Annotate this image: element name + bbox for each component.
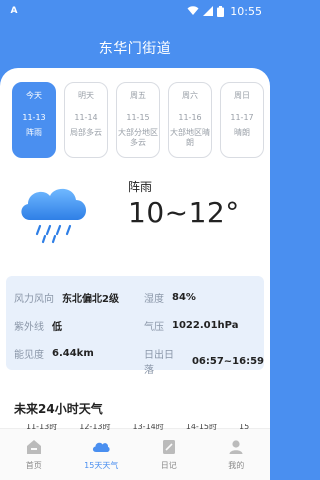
status-time: 10:55 bbox=[230, 4, 262, 18]
hour-time: 14-15时 bbox=[185, 424, 217, 430]
rain-cloud-icon bbox=[21, 188, 87, 244]
hour-time: 15 bbox=[239, 424, 250, 430]
wind-value: 东北偏北2级 bbox=[62, 294, 119, 305]
uv-value: 低 bbox=[52, 322, 62, 333]
day-condition: 阵雨 bbox=[26, 128, 42, 138]
hourly-times-strip[interactable]: 11-13时 12-13时 13-14时 14-15时 15 bbox=[26, 424, 270, 430]
day-card-today[interactable]: 今天 11-13 阵雨 bbox=[12, 82, 56, 158]
nav-home[interactable]: 首页 bbox=[4, 438, 64, 471]
current-condition: 阵雨 bbox=[128, 180, 153, 194]
nav-15-day-weather-label: 15天天气 bbox=[84, 461, 119, 470]
cloud-icon bbox=[93, 442, 110, 452]
hourly-section-title: 未来24小时天气 bbox=[14, 402, 103, 416]
pressure-detail: 气压 1022.01hPa bbox=[144, 318, 238, 333]
hour-time: 11-13时 bbox=[26, 424, 58, 430]
nav-diary-label: 日记 bbox=[160, 461, 177, 470]
humidity-label: 湿度 bbox=[144, 294, 164, 305]
day-card-saturday[interactable]: 周六 11-16 大部地区晴朗 bbox=[168, 82, 212, 158]
profile-icon bbox=[229, 440, 243, 454]
day-date: 11-15 bbox=[126, 112, 150, 122]
daily-forecast-list: 今天 11-13 阵雨 明天 11-14 局部多云 周五 11-15 大部分地区… bbox=[12, 82, 270, 160]
home-icon bbox=[26, 440, 41, 454]
pressure-label: 气压 bbox=[144, 322, 164, 333]
visibility-value: 6.44km bbox=[52, 348, 94, 359]
nav-diary[interactable]: 日记 bbox=[139, 438, 199, 471]
app-notification-icon: A bbox=[10, 6, 18, 16]
day-date: 11-13 bbox=[22, 112, 46, 122]
uv-detail: 紫外线 低 bbox=[14, 318, 62, 333]
day-date: 11-16 bbox=[178, 112, 202, 122]
day-name: 明天 bbox=[78, 91, 94, 100]
current-temperature: 10~12° bbox=[128, 196, 240, 229]
bottom-navigation: 首页 15天天气 日记 我的 bbox=[0, 428, 270, 480]
hour-time: 13-14时 bbox=[132, 424, 164, 430]
sunrise-sunset-detail: 日出日落 06:57~16:59 bbox=[144, 346, 264, 376]
weather-details-panel: 风力风向 东北偏北2级 湿度 84% 紫外线 低 气压 1022.01hPa 能… bbox=[6, 276, 264, 376]
day-condition: 晴朗 bbox=[234, 128, 250, 138]
nav-15-day-weather[interactable]: 15天天气 bbox=[71, 438, 131, 471]
diary-icon bbox=[162, 440, 175, 454]
day-name: 周日 bbox=[234, 91, 250, 100]
sunrise-sunset-value: 06:57~16:59 bbox=[191, 355, 264, 367]
wind-label: 风力风向 bbox=[14, 294, 54, 305]
visibility-detail: 能见度 6.44km bbox=[14, 346, 94, 361]
signal-icon bbox=[203, 6, 214, 16]
day-date: 11-14 bbox=[74, 112, 98, 122]
nav-profile-label: 我的 bbox=[228, 461, 245, 470]
day-name: 周五 bbox=[130, 91, 146, 100]
nav-profile[interactable]: 我的 bbox=[206, 438, 266, 471]
location-title: 东华门街道 bbox=[98, 41, 172, 57]
day-condition: 局部多云 bbox=[70, 128, 102, 138]
status-bar: A 10:55 bbox=[0, 0, 270, 22]
day-card-tomorrow[interactable]: 明天 11-14 局部多云 bbox=[64, 82, 108, 158]
day-card-sunday[interactable]: 周日 11-17 晴朗 bbox=[220, 82, 264, 158]
humidity-detail: 湿度 84% bbox=[144, 290, 196, 305]
nav-home-label: 首页 bbox=[25, 461, 42, 470]
day-card-friday[interactable]: 周五 11-15 大部分地区多云 bbox=[116, 82, 160, 158]
visibility-label: 能见度 bbox=[14, 350, 44, 361]
pressure-value: 1022.01hPa bbox=[172, 320, 239, 331]
day-name: 周六 bbox=[182, 91, 198, 100]
hour-time: 12-13时 bbox=[79, 424, 111, 430]
uv-label: 紫外线 bbox=[14, 322, 44, 333]
humidity-value: 84% bbox=[172, 292, 196, 303]
sunrise-sunset-label: 日出日落 bbox=[144, 350, 174, 376]
day-name: 今天 bbox=[26, 91, 42, 100]
day-date: 11-17 bbox=[230, 112, 254, 122]
day-condition: 大部地区晴朗 bbox=[170, 128, 210, 147]
battery-icon bbox=[217, 5, 225, 17]
main-content: 今天 11-13 阵雨 明天 11-14 局部多云 周五 11-15 大部分地区… bbox=[0, 68, 270, 428]
day-condition: 大部分地区多云 bbox=[118, 128, 158, 147]
wind-detail: 风力风向 东北偏北2级 bbox=[14, 290, 119, 305]
wifi-icon bbox=[187, 6, 199, 15]
